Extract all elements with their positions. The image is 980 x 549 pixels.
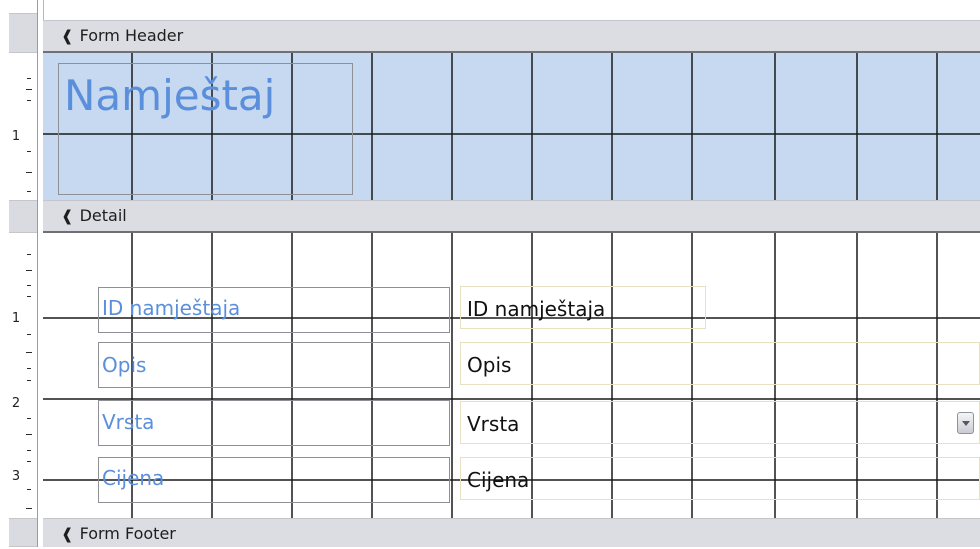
combobox-vrsta[interactable]: [460, 401, 980, 444]
field-label-opis[interactable]: Opis: [102, 353, 146, 377]
ruler-tick: [26, 352, 32, 353]
section-collapse-arrow-icon: ❰: [61, 525, 74, 543]
section-title: Detail: [79, 206, 127, 225]
ruler-tick: [27, 334, 31, 335]
textbox-value: Cijena: [467, 468, 530, 492]
textbox-cijena[interactable]: [460, 457, 980, 500]
textbox-value: ID namještaja: [467, 297, 606, 321]
label-control[interactable]: [98, 342, 450, 388]
vertical-ruler: [0, 0, 37, 547]
ruler-form-header-band: [9, 13, 37, 53]
form-title-label[interactable]: Namještaj: [64, 71, 275, 120]
ruler-tick: [27, 450, 31, 451]
ruler-tick: [27, 296, 31, 297]
ruler-number: 3: [11, 469, 21, 484]
ruler-tick: [27, 418, 31, 419]
section-collapse-arrow-icon: ❰: [61, 207, 74, 225]
ruler-number: 1: [11, 311, 21, 326]
ruler-tick: [27, 461, 31, 462]
ruler-tick: [27, 368, 31, 369]
field-label-vrsta[interactable]: Vrsta: [102, 410, 154, 434]
ruler-tick: [27, 285, 31, 286]
ruler-form-footer-band: [9, 518, 37, 547]
section-title: Form Footer: [79, 524, 176, 543]
ruler-tick: [26, 270, 32, 271]
ruler-separator: [37, 0, 38, 547]
detail-section-bar[interactable]: ❰ Detail: [43, 200, 980, 233]
ruler-tick: [26, 172, 32, 173]
section-collapse-arrow-icon: ❰: [61, 27, 74, 45]
ruler-tick: [26, 508, 32, 509]
form-footer-section-bar[interactable]: ❰ Form Footer: [43, 518, 980, 547]
ruler-tick: [26, 434, 32, 435]
textbox-value: Opis: [467, 353, 512, 377]
chevron-down-icon[interactable]: [957, 412, 974, 434]
field-label-id[interactable]: ID namještaja: [102, 296, 240, 320]
ruler-tick: [27, 100, 31, 101]
ruler-number: 2: [11, 396, 21, 411]
ruler-tick: [27, 151, 31, 152]
ruler-tick: [27, 78, 31, 79]
section-title: Form Header: [79, 26, 184, 45]
ruler-tick: [27, 380, 31, 381]
form-header-section-bar[interactable]: ❰ Form Header: [43, 20, 980, 53]
combobox-value: Vrsta: [467, 412, 520, 436]
ruler-tick: [27, 254, 31, 255]
ruler-detail-band: [9, 200, 37, 233]
ruler-tick: [27, 191, 31, 192]
textbox-opis[interactable]: [460, 342, 980, 385]
ruler-tick: [27, 489, 31, 490]
ruler-number: 1: [11, 129, 21, 144]
ruler-tick: [26, 89, 32, 90]
field-label-cijena[interactable]: Cijena: [102, 466, 164, 490]
